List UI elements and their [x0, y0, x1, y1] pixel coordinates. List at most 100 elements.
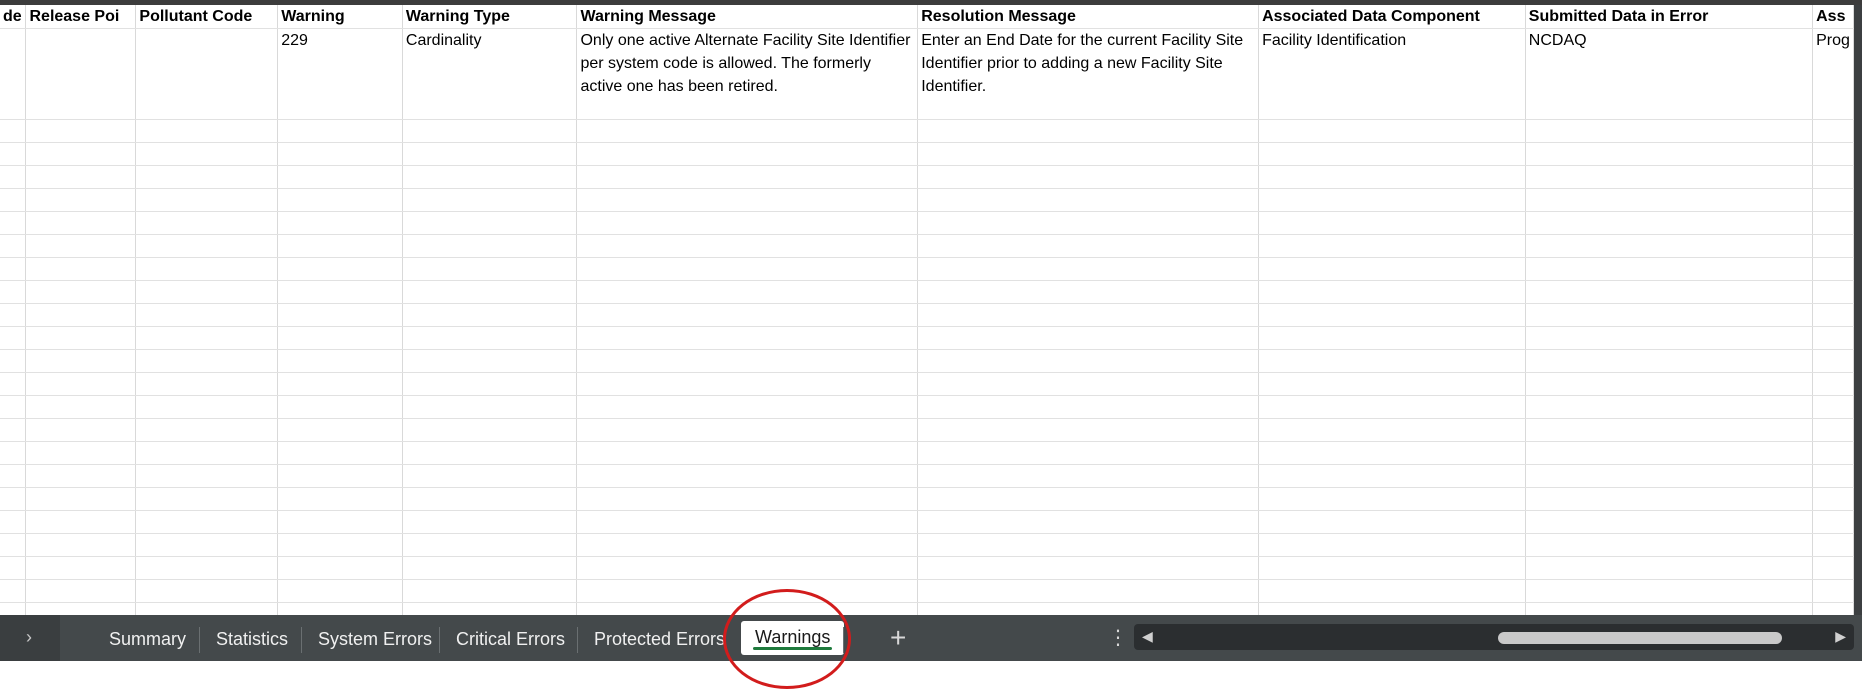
empty-cell[interactable] — [576, 165, 919, 189]
empty-cell[interactable] — [25, 188, 137, 212]
empty-cell[interactable] — [25, 464, 137, 488]
empty-cell[interactable] — [1812, 579, 1854, 603]
header-cell[interactable]: Ass — [1812, 5, 1854, 29]
header-cell[interactable]: Warning Type — [402, 5, 578, 29]
empty-cell[interactable] — [0, 257, 27, 281]
empty-cell[interactable] — [917, 579, 1260, 603]
empty-cell[interactable] — [1258, 418, 1526, 442]
empty-cell[interactable] — [277, 395, 403, 419]
empty-cell[interactable] — [135, 119, 279, 143]
empty-cell[interactable] — [0, 395, 27, 419]
empty-cell[interactable] — [135, 418, 279, 442]
empty-cell[interactable] — [135, 326, 279, 350]
empty-cell[interactable] — [277, 119, 403, 143]
empty-cell[interactable] — [0, 119, 27, 143]
empty-cell[interactable] — [25, 510, 137, 534]
empty-cell[interactable] — [1525, 395, 1814, 419]
header-cell[interactable]: Warning Message — [576, 5, 919, 29]
empty-cell[interactable] — [402, 142, 578, 166]
empty-cell[interactable] — [1258, 395, 1526, 419]
empty-cell[interactable] — [402, 280, 578, 304]
empty-cell[interactable] — [576, 464, 919, 488]
empty-cell[interactable] — [135, 234, 279, 258]
empty-cell[interactable] — [0, 372, 27, 396]
empty-cell[interactable] — [1812, 487, 1854, 511]
empty-cell[interactable] — [917, 464, 1260, 488]
empty-cell[interactable] — [25, 119, 137, 143]
empty-cell[interactable] — [1812, 234, 1854, 258]
empty-cell[interactable] — [917, 602, 1260, 615]
empty-cell[interactable] — [576, 556, 919, 580]
empty-cell[interactable] — [135, 556, 279, 580]
empty-cell[interactable] — [1525, 579, 1814, 603]
empty-cell[interactable] — [277, 487, 403, 511]
tab-system-errors[interactable]: System Errors — [304, 623, 446, 655]
empty-cell[interactable] — [402, 303, 578, 327]
empty-cell[interactable] — [1258, 280, 1526, 304]
empty-cell[interactable] — [1525, 142, 1814, 166]
empty-cell[interactable] — [576, 487, 919, 511]
empty-cell[interactable] — [1525, 234, 1814, 258]
empty-cell[interactable] — [277, 556, 403, 580]
empty-cell[interactable] — [402, 533, 578, 557]
empty-cell[interactable] — [1525, 326, 1814, 350]
vertical-scrollbar[interactable] — [1854, 5, 1862, 615]
empty-cell[interactable] — [917, 188, 1260, 212]
empty-cell[interactable] — [25, 418, 137, 442]
empty-cell[interactable] — [0, 487, 27, 511]
empty-cell[interactable] — [135, 510, 279, 534]
empty-cell[interactable] — [25, 211, 137, 235]
empty-cell[interactable] — [0, 579, 27, 603]
header-cell[interactable]: Associated Data Component — [1258, 5, 1526, 29]
empty-cell[interactable] — [1258, 188, 1526, 212]
empty-cell[interactable] — [1258, 142, 1526, 166]
empty-cell[interactable] — [25, 556, 137, 580]
empty-cell[interactable] — [1812, 257, 1854, 281]
empty-cell[interactable] — [277, 142, 403, 166]
empty-cell[interactable] — [0, 418, 27, 442]
header-cell[interactable]: de — [0, 5, 27, 29]
empty-cell[interactable] — [576, 280, 919, 304]
data-cell[interactable] — [135, 28, 279, 120]
empty-cell[interactable] — [25, 372, 137, 396]
empty-cell[interactable] — [135, 303, 279, 327]
empty-cell[interactable] — [135, 142, 279, 166]
empty-cell[interactable] — [1258, 165, 1526, 189]
empty-cell[interactable] — [277, 372, 403, 396]
empty-cell[interactable] — [576, 579, 919, 603]
empty-cell[interactable] — [25, 395, 137, 419]
empty-cell[interactable] — [576, 257, 919, 281]
empty-cell[interactable] — [402, 372, 578, 396]
empty-cell[interactable] — [402, 211, 578, 235]
empty-cell[interactable] — [1258, 602, 1526, 615]
empty-cell[interactable] — [0, 602, 27, 615]
empty-cell[interactable] — [135, 372, 279, 396]
empty-cell[interactable] — [917, 119, 1260, 143]
data-cell[interactable] — [25, 28, 137, 120]
empty-cell[interactable] — [1258, 556, 1526, 580]
empty-cell[interactable] — [917, 395, 1260, 419]
empty-cell[interactable] — [135, 395, 279, 419]
empty-cell[interactable] — [576, 142, 919, 166]
empty-cell[interactable] — [402, 487, 578, 511]
empty-cell[interactable] — [1525, 257, 1814, 281]
horizontal-scrollbar[interactable]: ◀ ▶ — [1134, 624, 1854, 650]
empty-cell[interactable] — [277, 533, 403, 557]
empty-cell[interactable] — [0, 326, 27, 350]
empty-cell[interactable] — [0, 303, 27, 327]
empty-cell[interactable] — [917, 257, 1260, 281]
data-cell[interactable] — [0, 28, 27, 120]
empty-cell[interactable] — [0, 211, 27, 235]
data-cell[interactable]: Only one active Alternate Facility Site … — [576, 28, 919, 120]
empty-cell[interactable] — [917, 280, 1260, 304]
empty-cell[interactable] — [25, 326, 137, 350]
empty-cell[interactable] — [0, 441, 27, 465]
empty-cell[interactable] — [402, 326, 578, 350]
tab-statistics[interactable]: Statistics — [202, 623, 302, 655]
empty-cell[interactable] — [1525, 510, 1814, 534]
empty-cell[interactable] — [135, 487, 279, 511]
empty-cell[interactable] — [1258, 487, 1526, 511]
empty-cell[interactable] — [1525, 418, 1814, 442]
empty-cell[interactable] — [277, 211, 403, 235]
empty-cell[interactable] — [1812, 372, 1854, 396]
